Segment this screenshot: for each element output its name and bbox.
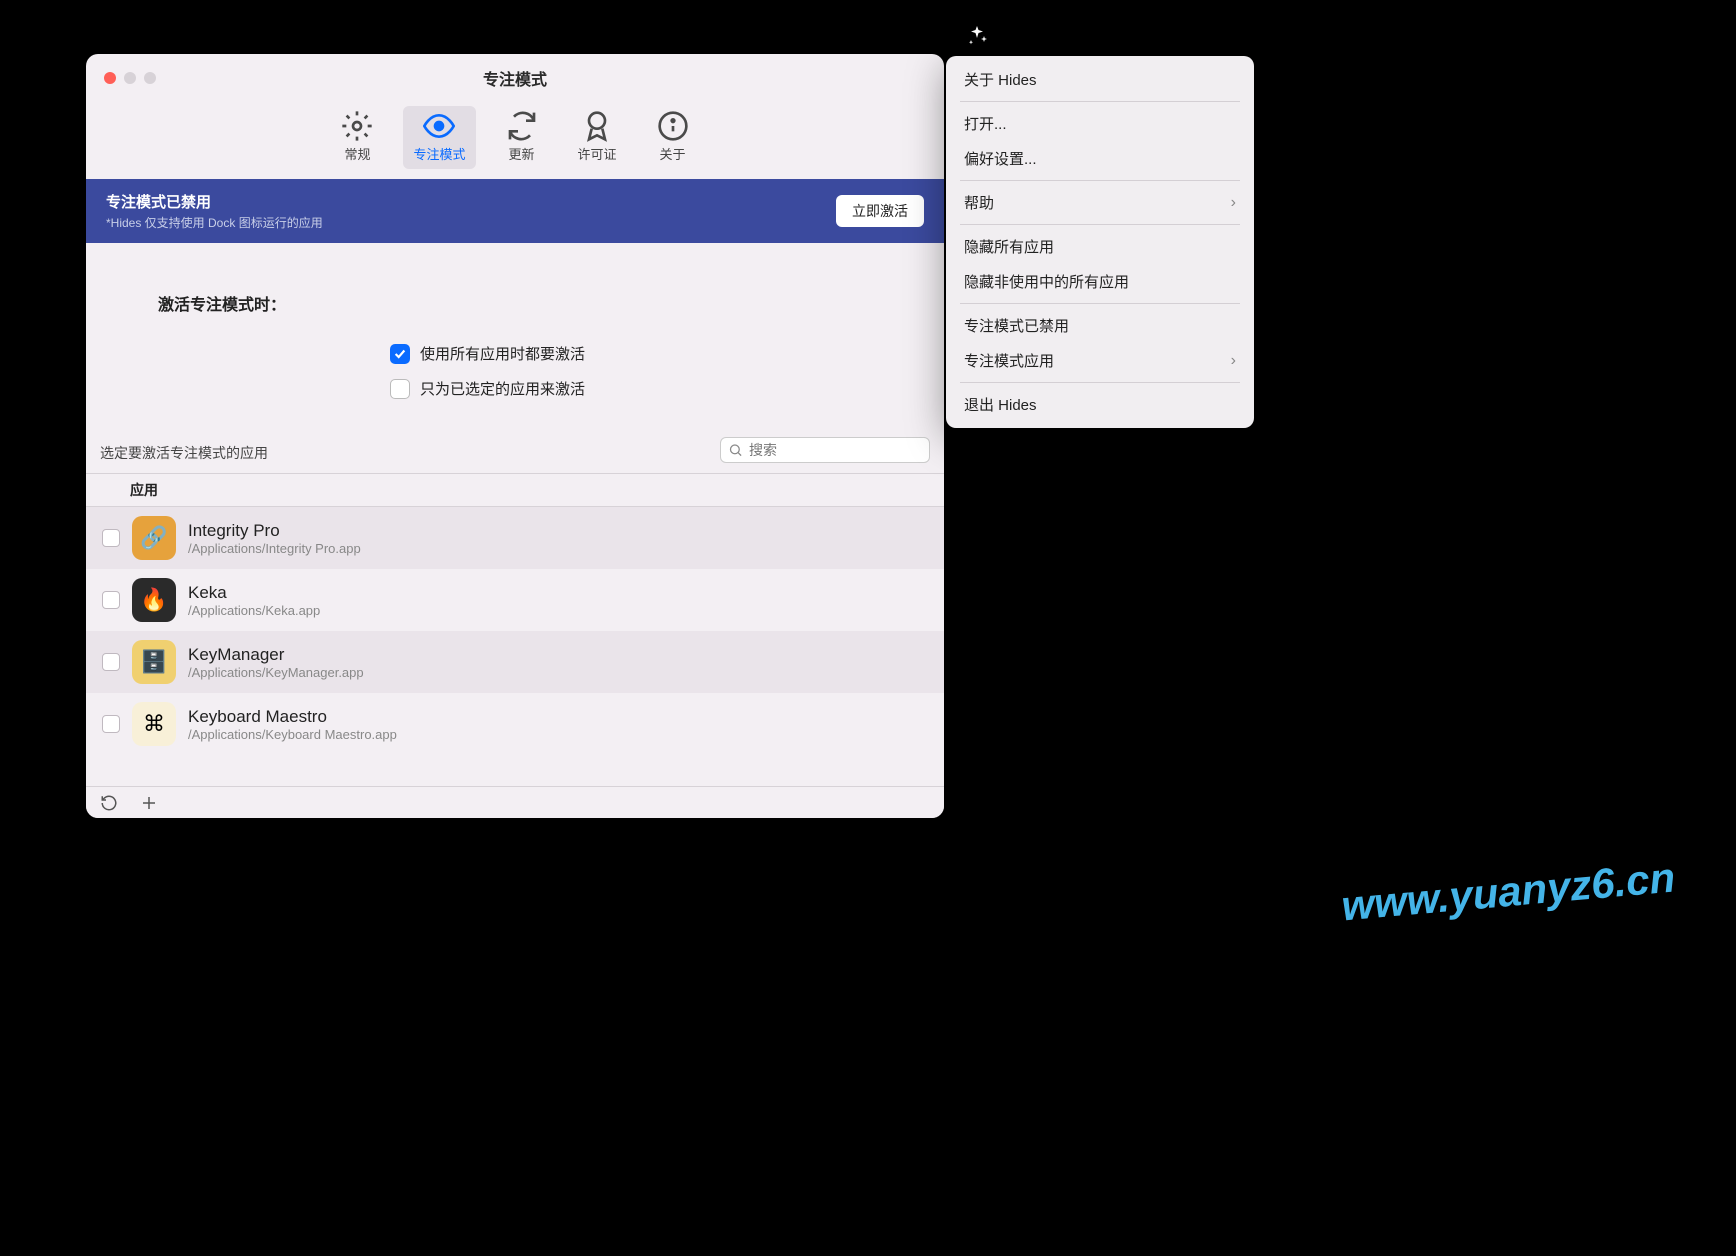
menu-separator [960, 224, 1240, 225]
add-icon[interactable] [140, 794, 158, 812]
menubar-popup: 关于 Hides 打开...偏好设置... 帮助› 隐藏所有应用隐藏非使用中的所有应用… [946, 56, 1254, 428]
app-icon: 🔥 [132, 578, 176, 622]
table-footer [86, 786, 944, 818]
table-row[interactable]: 🗄️ KeyManager /Applications/KeyManager.a… [86, 631, 944, 693]
menu-item[interactable]: 关于 Hides [952, 62, 1248, 97]
table-row[interactable]: 🔗 Integrity Pro /Applications/Integrity … [86, 507, 944, 569]
focus-disabled-banner: 专注模式已禁用 *Hides 仅支持使用 Dock 图标运行的应用 立即激活 [86, 179, 944, 243]
menubar-sparkles-icon[interactable] [965, 24, 989, 48]
tab-focus-mode[interactable]: 专注模式 [403, 106, 475, 169]
tab-update[interactable]: 更新 [496, 106, 548, 169]
tab-about[interactable]: 关于 [647, 106, 699, 169]
minimize-button[interactable] [124, 72, 136, 84]
option-selected-apps[interactable]: 只为已选定的应用来激活 [158, 378, 908, 399]
titlebar: 专注模式 [86, 54, 944, 102]
watermark: www.yuanyz6.cn [1340, 854, 1677, 931]
banner-title: 专注模式已禁用 [106, 191, 323, 212]
app-path: /Applications/Keka.app [188, 603, 320, 618]
apps-table: 应用 🔗 Integrity Pro /Applications/Integri… [86, 473, 944, 786]
list-header-row: 选定要激活专注模式的应用 [86, 431, 944, 473]
checkbox-unchecked-icon [390, 379, 410, 399]
app-path: /Applications/Integrity Pro.app [188, 541, 361, 556]
tab-general[interactable]: 常规 [331, 106, 383, 169]
menu-item[interactable]: 专注模式应用› [952, 343, 1248, 378]
banner-subtitle: *Hides 仅支持使用 Dock 图标运行的应用 [106, 214, 323, 231]
app-icon: ⌘ [132, 702, 176, 746]
menu-separator [960, 180, 1240, 181]
row-checkbox[interactable] [102, 591, 120, 609]
app-name: Integrity Pro [188, 521, 361, 541]
refresh-icon [506, 110, 538, 142]
checkbox-checked-icon [390, 344, 410, 364]
row-checkbox[interactable] [102, 529, 120, 547]
menu-item[interactable]: 专注模式已禁用 [952, 308, 1248, 343]
app-icon: 🔗 [132, 516, 176, 560]
row-checkbox[interactable] [102, 653, 120, 671]
maximize-button[interactable] [144, 72, 156, 84]
menu-separator [960, 303, 1240, 304]
reload-icon[interactable] [100, 794, 118, 812]
gear-icon [341, 110, 373, 142]
app-name: Keka [188, 583, 320, 603]
option-all-apps[interactable]: 使用所有应用时都要激活 [158, 343, 908, 364]
activate-button[interactable]: 立即激活 [836, 195, 924, 227]
menu-separator [960, 101, 1240, 102]
table-row[interactable]: 🔥 Keka /Applications/Keka.app [86, 569, 944, 631]
chevron-right-icon: › [1231, 352, 1236, 370]
app-rows: 🔗 Integrity Pro /Applications/Integrity … [86, 507, 944, 786]
row-checkbox[interactable] [102, 715, 120, 733]
window-title: 专注模式 [483, 66, 547, 90]
menu-item[interactable]: 打开... [952, 106, 1248, 141]
traffic-lights [104, 72, 156, 84]
menu-item[interactable]: 隐藏所有应用 [952, 229, 1248, 264]
app-text: Integrity Pro /Applications/Integrity Pr… [188, 521, 361, 556]
list-header-label: 选定要激活专注模式的应用 [100, 443, 268, 463]
chevron-right-icon: › [1231, 194, 1236, 212]
app-text: KeyManager /Applications/KeyManager.app [188, 645, 364, 680]
app-name: KeyManager [188, 645, 364, 665]
tab-license[interactable]: 许可证 [568, 106, 627, 169]
search-wrap [720, 437, 930, 463]
app-path: /Applications/KeyManager.app [188, 665, 364, 680]
search-input[interactable] [720, 437, 930, 463]
app-name: Keyboard Maestro [188, 707, 397, 727]
info-icon [657, 110, 689, 142]
app-path: /Applications/Keyboard Maestro.app [188, 727, 397, 742]
app-text: Keyboard Maestro /Applications/Keyboard … [188, 707, 397, 742]
menu-item[interactable]: 退出 Hides [952, 387, 1248, 422]
column-header-app[interactable]: 应用 [86, 474, 944, 507]
menu-separator [960, 382, 1240, 383]
table-row[interactable]: ⌘ Keyboard Maestro /Applications/Keyboar… [86, 693, 944, 755]
menu-item[interactable]: 帮助› [952, 185, 1248, 220]
app-icon: 🗄️ [132, 640, 176, 684]
options-section: 激活专注模式时： 使用所有应用时都要激活 只为已选定的应用来激活 [86, 243, 944, 431]
options-header: 激活专注模式时： [158, 291, 908, 315]
toolbar: 常规 专注模式 更新 许可证 关于 [86, 102, 944, 179]
search-icon [728, 443, 743, 458]
menu-item[interactable]: 偏好设置... [952, 141, 1248, 176]
eye-icon [423, 110, 455, 142]
ribbon-icon [581, 110, 613, 142]
close-button[interactable] [104, 72, 116, 84]
preferences-window: 专注模式 常规 专注模式 更新 许可证 [86, 54, 944, 818]
app-text: Keka /Applications/Keka.app [188, 583, 320, 618]
menu-item[interactable]: 隐藏非使用中的所有应用 [952, 264, 1248, 299]
